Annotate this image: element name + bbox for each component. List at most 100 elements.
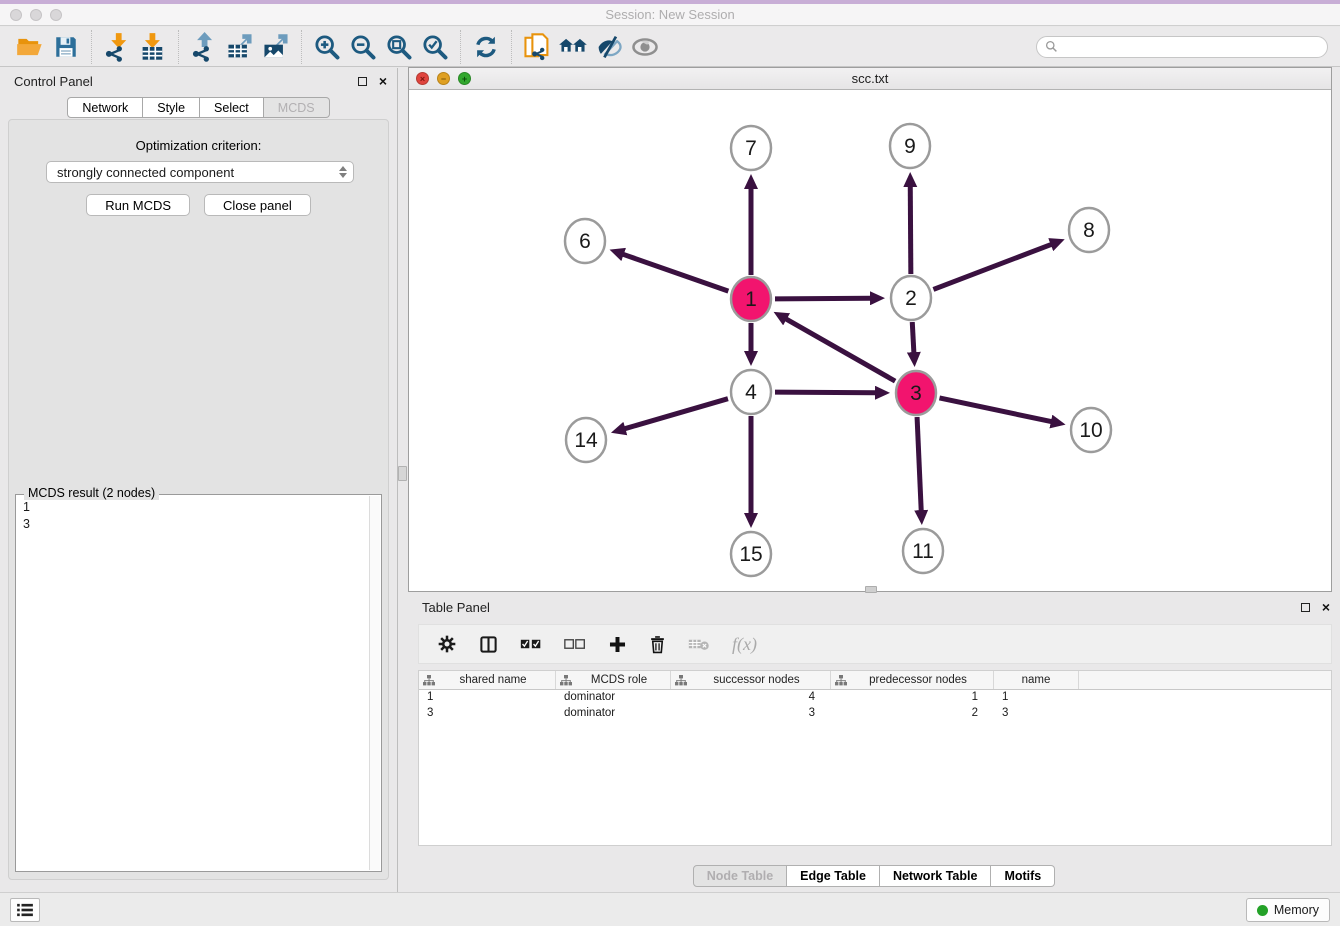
import-table-icon[interactable] bbox=[135, 30, 171, 64]
mcds-result-line: 3 bbox=[23, 516, 367, 533]
graph-node-3[interactable]: 3 bbox=[896, 371, 936, 415]
table-cell[interactable]: 1 bbox=[994, 690, 1079, 706]
horizontal-splitter-handle[interactable] bbox=[865, 586, 877, 593]
svg-text:10: 10 bbox=[1079, 419, 1102, 442]
import-network-icon[interactable] bbox=[99, 30, 135, 64]
run-mcds-button[interactable]: Run MCDS bbox=[86, 194, 190, 216]
tab-motifs[interactable]: Motifs bbox=[991, 865, 1055, 887]
svg-text:2: 2 bbox=[905, 287, 917, 310]
float-panel-icon[interactable] bbox=[358, 77, 367, 86]
deselect-all-icon[interactable] bbox=[564, 637, 586, 651]
memory-button[interactable]: Memory bbox=[1246, 898, 1330, 922]
new-network-from-selection-icon[interactable] bbox=[519, 30, 555, 64]
add-column-icon[interactable] bbox=[608, 635, 627, 654]
network-graph[interactable]: 1 2 3 4 6 7 8 9 10 11 14 15 bbox=[409, 90, 1331, 591]
svg-text:9: 9 bbox=[904, 135, 916, 158]
tab-network-table[interactable]: Network Table bbox=[880, 865, 992, 887]
export-table-icon[interactable] bbox=[222, 30, 258, 64]
open-file-icon[interactable] bbox=[12, 30, 48, 64]
optimization-select[interactable]: strongly connected component bbox=[46, 161, 354, 183]
mcds-result-list[interactable]: 13 bbox=[23, 499, 367, 869]
export-network-icon[interactable] bbox=[186, 30, 222, 64]
table-cell[interactable]: 1 bbox=[419, 690, 556, 706]
table-cell[interactable]: 4 bbox=[671, 690, 831, 706]
close-table-panel-icon[interactable]: × bbox=[1322, 600, 1330, 614]
graph-node-11[interactable]: 11 bbox=[903, 529, 943, 573]
graph-edge-4-3[interactable] bbox=[775, 392, 876, 393]
close-panel-button[interactable]: Close panel bbox=[204, 194, 311, 216]
graph-node-14[interactable]: 14 bbox=[566, 418, 606, 462]
tab-network[interactable]: Network bbox=[67, 97, 143, 118]
search-input[interactable] bbox=[1063, 40, 1319, 54]
vertical-splitter-handle[interactable] bbox=[398, 466, 407, 481]
table-cell[interactable]: 1 bbox=[831, 690, 994, 706]
graph-edge-2-3[interactable] bbox=[912, 322, 914, 353]
graph-node-2[interactable]: 2 bbox=[891, 276, 931, 320]
graph-edge-4-14[interactable] bbox=[624, 399, 728, 429]
column-header-predecessor-nodes[interactable]: predecessor nodes bbox=[831, 671, 994, 689]
graph-node-7[interactable]: 7 bbox=[731, 126, 771, 170]
graph-edge-2-8[interactable] bbox=[933, 244, 1051, 289]
svg-text:11: 11 bbox=[912, 540, 934, 563]
export-image-icon[interactable] bbox=[258, 30, 294, 64]
refresh-layout-icon[interactable] bbox=[468, 30, 504, 64]
graph-node-9[interactable]: 9 bbox=[890, 124, 930, 168]
table-row[interactable]: 3dominator323 bbox=[419, 706, 1331, 722]
svg-text:6: 6 bbox=[579, 230, 591, 253]
zoom-out-icon[interactable] bbox=[345, 30, 381, 64]
tree-icon bbox=[423, 675, 435, 686]
tab-edge-table[interactable]: Edge Table bbox=[787, 865, 880, 887]
tab-mcds[interactable]: MCDS bbox=[264, 97, 330, 118]
table-cell[interactable]: 3 bbox=[419, 706, 556, 722]
graph-node-10[interactable]: 10 bbox=[1071, 408, 1111, 452]
network-window-titlebar[interactable]: × − + scc.txt bbox=[409, 68, 1331, 90]
toggle-graphics-details-icon[interactable] bbox=[591, 30, 627, 64]
graph-node-6[interactable]: 6 bbox=[565, 219, 605, 263]
graph-edge-1-2[interactable] bbox=[775, 298, 871, 299]
show-columns-icon[interactable] bbox=[479, 635, 498, 654]
column-header-shared-name[interactable]: shared name bbox=[419, 671, 556, 689]
table-row[interactable]: 1dominator411 bbox=[419, 690, 1331, 706]
svg-text:1: 1 bbox=[745, 288, 757, 311]
search-box[interactable] bbox=[1036, 36, 1328, 58]
graph-edge-2-9[interactable] bbox=[910, 186, 911, 274]
tab-select[interactable]: Select bbox=[200, 97, 264, 118]
table-cell[interactable]: dominator bbox=[556, 706, 671, 722]
graph-node-1[interactable]: 1 bbox=[731, 277, 771, 321]
show-hide-panels-icon[interactable] bbox=[627, 30, 663, 64]
toolbar-separator bbox=[301, 30, 302, 64]
column-header-successor-nodes[interactable]: successor nodes bbox=[671, 671, 831, 689]
table-cell[interactable]: 3 bbox=[671, 706, 831, 722]
application-window: Session: New Session bbox=[0, 0, 1340, 926]
table-body: 1dominator4113dominator323 bbox=[419, 690, 1331, 722]
result-scrollbar[interactable] bbox=[369, 496, 380, 870]
graph-node-4[interactable]: 4 bbox=[731, 370, 771, 414]
network-canvas[interactable]: 1 2 3 4 6 7 8 9 10 11 14 15 bbox=[409, 90, 1331, 591]
select-all-icon[interactable] bbox=[520, 637, 542, 651]
graph-edge-3-10[interactable] bbox=[939, 398, 1051, 422]
zoom-selected-icon[interactable] bbox=[417, 30, 453, 64]
column-header-mcds-role[interactable]: MCDS role bbox=[556, 671, 671, 689]
graph-edge-1-6[interactable] bbox=[623, 254, 729, 291]
float-table-panel-icon[interactable] bbox=[1301, 603, 1310, 612]
memory-status-icon bbox=[1257, 905, 1268, 916]
save-session-icon[interactable] bbox=[48, 30, 84, 64]
zoom-in-icon[interactable] bbox=[309, 30, 345, 64]
zoom-fit-icon[interactable] bbox=[381, 30, 417, 64]
task-history-button[interactable] bbox=[10, 898, 40, 922]
toolbar-separator bbox=[460, 30, 461, 64]
column-header-name[interactable]: name bbox=[994, 671, 1079, 689]
table-settings-icon[interactable] bbox=[437, 634, 457, 654]
table-cell[interactable]: dominator bbox=[556, 690, 671, 706]
tab-style[interactable]: Style bbox=[143, 97, 200, 118]
graph-node-8[interactable]: 8 bbox=[1069, 208, 1109, 252]
network-overview-icon[interactable] bbox=[555, 30, 591, 64]
table-cell[interactable]: 2 bbox=[831, 706, 994, 722]
table-cell[interactable]: 3 bbox=[994, 706, 1079, 722]
graph-node-15[interactable]: 15 bbox=[731, 532, 771, 576]
tab-node-table[interactable]: Node Table bbox=[693, 865, 787, 887]
delete-column-icon[interactable] bbox=[649, 635, 666, 654]
graph-edge-3-11[interactable] bbox=[917, 417, 921, 511]
close-panel-icon[interactable]: × bbox=[379, 74, 387, 88]
graph-edge-3-1[interactable] bbox=[786, 319, 895, 381]
